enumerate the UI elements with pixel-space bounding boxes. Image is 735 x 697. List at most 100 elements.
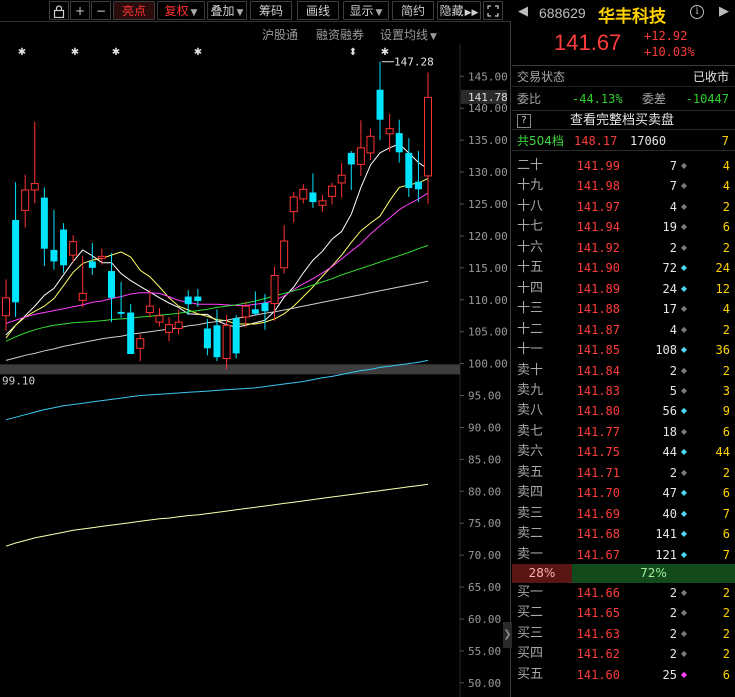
kline-panel[interactable]: + − 亮点 复权 ▼ 叠加 ▼ 筹码 画线 显示 ▼ 简约 隐藏▶▶ 沪股通 融资融… xyxy=(0,0,512,697)
candle-body xyxy=(117,311,125,314)
book-row[interactable]: 买二 141.65 2 ◆ 2 xyxy=(512,603,735,623)
diamond-icon: ◆ xyxy=(680,181,688,191)
stock-code: 688629 xyxy=(539,5,586,21)
level-price: 141.60 xyxy=(576,667,620,682)
candle-body xyxy=(213,325,221,358)
axis-tick-label: 80.00 xyxy=(468,485,501,498)
margin-trading-link[interactable]: 融资融券 xyxy=(316,26,364,43)
book-row[interactable]: 卖五 141.71 2 ◆ 2 xyxy=(512,463,735,483)
book-row[interactable]: 十一 141.85 108 ◆ 36 xyxy=(512,340,735,360)
axis-tick-label: 145.00 xyxy=(468,70,508,83)
total-levels-count: 7 xyxy=(721,134,729,148)
diamond-icon: ◆ xyxy=(680,263,688,273)
chevron-down-icon: ▼ xyxy=(430,32,437,42)
axis-tick-label: 60.00 xyxy=(468,613,501,626)
candle-body xyxy=(337,174,346,184)
highlight-button[interactable]: 亮点 xyxy=(113,1,155,20)
hide-button[interactable]: 隐藏▶▶ xyxy=(437,1,481,20)
full-book-row[interactable]: ? 查看完整档买卖盘 xyxy=(512,110,735,130)
level-label: 卖八 xyxy=(517,403,544,419)
axis-tick-label: 50.00 xyxy=(468,677,501,690)
level-volume: 2 xyxy=(669,240,677,255)
candle-body xyxy=(165,324,174,333)
prev-stock-icon[interactable]: ◀ xyxy=(518,4,528,19)
price-change: +12.92 +10.03% xyxy=(644,28,695,60)
book-row[interactable]: 卖八 141.80 56 ◆ 9 xyxy=(512,401,735,421)
candle-body xyxy=(232,318,240,354)
diamond-icon: ◆ xyxy=(680,467,688,477)
candle-body xyxy=(21,189,30,211)
diamond-icon: ◆ xyxy=(680,426,688,436)
zoom-in-button[interactable]: + xyxy=(70,1,90,20)
book-row[interactable]: 卖六 141.75 44 ◆ 44 xyxy=(512,442,735,462)
book-row[interactable]: 买一 141.66 2 ◆ 2 xyxy=(512,583,735,603)
adjust-button[interactable]: 复权 ▼ xyxy=(157,1,205,20)
level-label: 买四 xyxy=(517,646,544,662)
draw-line-button[interactable]: 画线 xyxy=(297,1,339,20)
candle-body xyxy=(174,321,183,329)
candle-body xyxy=(251,309,259,314)
expand-button[interactable] xyxy=(483,1,503,20)
candlestick-chart[interactable]: ✱ ✱ ✱ ✱ ⬍ ✱ 147.28 99.10 145.00 140.00 135.00 130.0… xyxy=(0,44,511,697)
candle-body xyxy=(203,328,211,349)
hgt-link[interactable]: 沪股通 xyxy=(262,26,298,43)
book-row[interactable]: 十五 141.90 72 ◆ 24 xyxy=(512,258,735,278)
level-price: 141.88 xyxy=(576,302,620,317)
lock-button[interactable] xyxy=(49,1,69,20)
display-button[interactable]: 显示 ▼ xyxy=(343,1,389,20)
level-label: 买二 xyxy=(517,605,544,621)
level-label: 买五 xyxy=(517,666,544,682)
book-row[interactable]: 十二 141.87 4 ◆ 2 xyxy=(512,320,735,340)
book-row[interactable]: 卖一 141.67 121 ◆ 7 xyxy=(512,545,735,565)
level-price: 141.80 xyxy=(576,404,620,419)
book-row[interactable]: 卖四 141.70 47 ◆ 6 xyxy=(512,483,735,503)
book-row[interactable]: 买四 141.62 2 ◆ 2 xyxy=(512,644,735,664)
full-book-link[interactable]: 查看完整档买卖盘 xyxy=(570,111,674,131)
book-row[interactable]: 十六 141.92 2 ◆ 2 xyxy=(512,238,735,258)
level-price: 141.71 xyxy=(576,465,620,480)
book-row[interactable]: 卖九 141.83 5 ◆ 3 xyxy=(512,381,735,401)
diamond-icon: ◆ xyxy=(680,345,688,355)
chevron-right-icon[interactable]: ❯ xyxy=(503,622,512,648)
level-order-count: 3 xyxy=(722,383,730,398)
total-levels-vol: 17060 xyxy=(630,134,667,148)
book-row[interactable]: 买五 141.60 25 ◆ 6 xyxy=(512,665,735,685)
book-row[interactable]: 十四 141.89 24 ◆ 12 xyxy=(512,279,735,299)
axis-tick-label: 105.00 xyxy=(468,326,508,339)
book-row[interactable]: 卖十 141.84 2 ◆ 2 xyxy=(512,361,735,381)
level-volume: 2 xyxy=(669,363,677,378)
next-stock-icon[interactable]: ▶ xyxy=(719,4,729,19)
book-row[interactable]: 十三 141.88 17 ◆ 4 xyxy=(512,299,735,319)
level-price: 141.68 xyxy=(576,527,620,542)
info-icon[interactable]: i xyxy=(690,5,704,19)
book-row[interactable]: 卖七 141.77 18 ◆ 6 xyxy=(512,422,735,442)
book-row[interactable]: 二十 141.99 7 ◆ 4 xyxy=(512,156,735,176)
book-row[interactable]: 十八 141.97 4 ◆ 2 xyxy=(512,197,735,217)
ma-settings-link[interactable]: 设置均线 ▼ xyxy=(380,26,437,43)
overlay-button[interactable]: 叠加 ▼ xyxy=(207,1,247,20)
level-order-count: 4 xyxy=(722,159,730,173)
level-label: 十一 xyxy=(517,342,544,358)
level-volume: 121 xyxy=(655,547,677,562)
book-row[interactable]: 买三 141.63 2 ◆ 2 xyxy=(512,624,735,644)
book-row[interactable]: 十九 141.98 7 ◆ 4 xyxy=(512,176,735,196)
axis-tick-label: 125.00 xyxy=(468,198,508,211)
chips-button[interactable]: 筹码 xyxy=(250,1,292,20)
candle-body xyxy=(241,305,250,318)
adjust-label: 复权 xyxy=(164,4,189,18)
chevron-down-icon: ▼ xyxy=(236,8,244,18)
level-price: 141.83 xyxy=(576,383,620,398)
book-row[interactable]: 卖三 141.69 40 ◆ 7 xyxy=(512,504,735,524)
level-volume: 108 xyxy=(655,343,677,358)
book-row[interactable]: 十七 141.94 19 ◆ 6 xyxy=(512,217,735,237)
candle-body xyxy=(280,240,289,269)
book-row[interactable]: 卖二 141.68 141 ◆ 6 xyxy=(512,524,735,544)
axis-tick-label: 70.00 xyxy=(468,549,501,562)
level-order-count: 2 xyxy=(722,606,730,621)
level-order-count: 2 xyxy=(722,647,730,662)
candle-body xyxy=(414,181,422,190)
zoom-out-button[interactable]: − xyxy=(91,1,111,20)
simple-mode-button[interactable]: 简约 xyxy=(392,1,434,20)
candle-body xyxy=(424,96,432,177)
level-order-count: 2 xyxy=(722,626,730,641)
